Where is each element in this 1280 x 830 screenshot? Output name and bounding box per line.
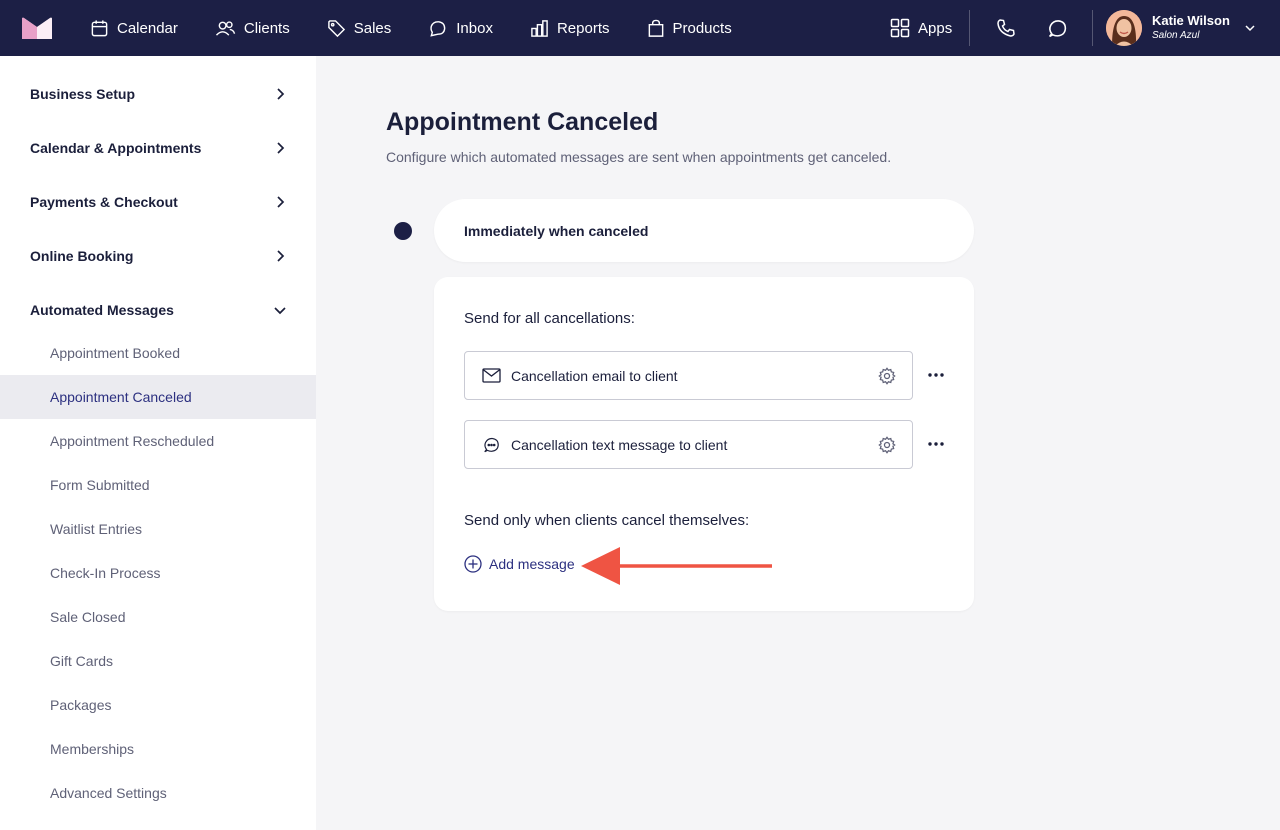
phone-button[interactable] bbox=[994, 16, 1018, 40]
chevron-right-icon bbox=[277, 250, 285, 262]
sidebar-item-appointment-canceled[interactable]: Appointment Canceled bbox=[0, 375, 316, 419]
annotation-arrow bbox=[581, 547, 772, 585]
settings-sidebar: Business Setup Calendar & Appointments P… bbox=[0, 56, 316, 830]
chevron-down-icon bbox=[1245, 25, 1255, 32]
more-horizontal-icon bbox=[928, 373, 944, 377]
message-label: Cancellation email to client bbox=[511, 367, 678, 384]
sidebar-item-label: Waitlist Entries bbox=[50, 521, 143, 537]
sidebar-item-label: Memberships bbox=[50, 741, 135, 757]
sidebar-item-label: Gift Cards bbox=[50, 653, 114, 669]
mail-icon bbox=[481, 366, 501, 386]
sidebar-section-label: Calendar & Appointments bbox=[30, 140, 202, 156]
sidebar-section-payments-checkout[interactable]: Payments & Checkout bbox=[0, 175, 316, 229]
sidebar-item-appointment-booked[interactable]: Appointment Booked bbox=[0, 331, 316, 375]
chat-bubble-icon bbox=[481, 435, 501, 455]
sidebar-item-memberships[interactable]: Memberships bbox=[0, 727, 316, 771]
avatar bbox=[1106, 10, 1142, 46]
phone-icon bbox=[997, 19, 1015, 37]
more-options-button[interactable] bbox=[926, 434, 946, 454]
nav-inbox[interactable]: Inbox bbox=[428, 0, 493, 56]
user-menu[interactable]: Katie Wilson Salon Azul bbox=[1106, 10, 1256, 46]
message-label: Cancellation text message to client bbox=[511, 436, 728, 453]
message-row-email[interactable]: Cancellation email to client bbox=[464, 351, 913, 400]
calendar-icon bbox=[91, 19, 108, 36]
nav-calendar[interactable]: Calendar bbox=[90, 0, 178, 56]
sidebar-item-check-in-process[interactable]: Check-In Process bbox=[0, 551, 316, 595]
add-message-label: Add message bbox=[489, 556, 575, 572]
all-cancellations-heading: Send for all cancellations: bbox=[464, 310, 635, 327]
sidebar-section-label: Online Booking bbox=[30, 248, 134, 264]
self-cancel-heading: Send only when clients cancel themselves… bbox=[464, 512, 750, 529]
sidebar-section-label: Payments & Checkout bbox=[30, 194, 178, 210]
nav-inbox-label: Inbox bbox=[456, 19, 493, 37]
sidebar-item-label: Form Submitted bbox=[50, 477, 150, 493]
tag-icon bbox=[327, 19, 345, 37]
user-business: Salon Azul bbox=[1152, 30, 1200, 41]
sidebar-item-label: Advanced Settings bbox=[50, 785, 167, 801]
user-info: Katie Wilson Salon Azul bbox=[1152, 13, 1230, 43]
sidebar-section-online-booking[interactable]: Online Booking bbox=[0, 229, 316, 283]
sidebar-item-packages[interactable]: Packages bbox=[0, 683, 316, 727]
apps-grid-icon bbox=[890, 18, 910, 38]
messages-button[interactable] bbox=[1045, 16, 1069, 40]
add-message-button[interactable]: Add message bbox=[464, 555, 575, 573]
chat-icon bbox=[1048, 19, 1066, 37]
trigger-timing-label: Immediately when canceled bbox=[464, 222, 649, 239]
sidebar-section-label: Business Setup bbox=[30, 86, 136, 102]
sidebar-section-business-setup[interactable]: Business Setup bbox=[0, 67, 316, 121]
sidebar-item-label: Appointment Booked bbox=[50, 345, 180, 361]
divider bbox=[1092, 10, 1093, 46]
chevron-down-icon bbox=[274, 307, 286, 315]
nav-calendar-label: Calendar bbox=[117, 19, 178, 37]
apps-label: Apps bbox=[918, 19, 953, 37]
sidebar-item-advanced-settings[interactable]: Advanced Settings bbox=[0, 771, 316, 815]
message-row-text[interactable]: Cancellation text message to client bbox=[464, 420, 913, 469]
sidebar-item-gift-cards[interactable]: Gift Cards bbox=[0, 639, 316, 683]
sidebar-item-label: Sale Closed bbox=[50, 609, 126, 625]
nav-reports[interactable]: Reports bbox=[530, 0, 610, 56]
brand-logo[interactable] bbox=[22, 17, 52, 39]
inbox-icon bbox=[430, 20, 446, 37]
divider bbox=[969, 10, 970, 46]
nav-reports-label: Reports bbox=[556, 19, 610, 37]
chevron-right-icon bbox=[277, 142, 285, 154]
more-horizontal-icon bbox=[928, 442, 944, 446]
sidebar-item-appointment-rescheduled[interactable]: Appointment Rescheduled bbox=[0, 419, 316, 463]
sidebar-item-label: Appointment Rescheduled bbox=[50, 433, 215, 449]
timeline-dot bbox=[394, 222, 412, 240]
apps-button[interactable]: Apps bbox=[890, 0, 952, 56]
nav-sales[interactable]: Sales bbox=[327, 0, 392, 56]
sidebar-item-waitlist-entries[interactable]: Waitlist Entries bbox=[0, 507, 316, 551]
sidebar-section-calendar-appointments[interactable]: Calendar & Appointments bbox=[0, 121, 316, 175]
chevron-right-icon bbox=[277, 196, 285, 208]
nav-clients-label: Clients bbox=[243, 19, 290, 37]
sidebar-section-automated-messages[interactable]: Automated Messages bbox=[0, 283, 316, 337]
sidebar-item-form-submitted[interactable]: Form Submitted bbox=[0, 463, 316, 507]
user-name: Katie Wilson bbox=[1152, 13, 1230, 28]
gear-icon[interactable] bbox=[878, 436, 896, 454]
trigger-timing: Immediately when canceled bbox=[434, 199, 974, 262]
reports-icon bbox=[531, 19, 548, 37]
sidebar-item-label: Appointment Canceled bbox=[50, 389, 192, 405]
clients-icon bbox=[215, 20, 236, 36]
page-title: Appointment Canceled bbox=[386, 108, 659, 136]
nav-products-label: Products bbox=[672, 19, 732, 37]
main-nav: Calendar Clients Sales Inbox Reports Pro… bbox=[90, 0, 769, 56]
nav-products[interactable]: Products bbox=[647, 0, 732, 56]
plus-circle-icon bbox=[464, 555, 482, 573]
top-navigation-bar: Calendar Clients Sales Inbox Reports Pro… bbox=[0, 0, 1280, 56]
chevron-right-icon bbox=[277, 88, 285, 100]
nav-sales-label: Sales bbox=[353, 19, 392, 37]
page-subtitle: Configure which automated messages are s… bbox=[386, 149, 892, 165]
more-options-button[interactable] bbox=[926, 365, 946, 385]
sidebar-section-label: Automated Messages bbox=[30, 302, 174, 318]
sidebar-item-label: Check-In Process bbox=[50, 565, 161, 581]
nav-clients[interactable]: Clients bbox=[215, 0, 290, 56]
sidebar-item-label: Packages bbox=[50, 697, 112, 713]
gear-icon[interactable] bbox=[878, 367, 896, 385]
shopping-bag-icon bbox=[648, 19, 663, 37]
sidebar-item-sale-closed[interactable]: Sale Closed bbox=[0, 595, 316, 639]
